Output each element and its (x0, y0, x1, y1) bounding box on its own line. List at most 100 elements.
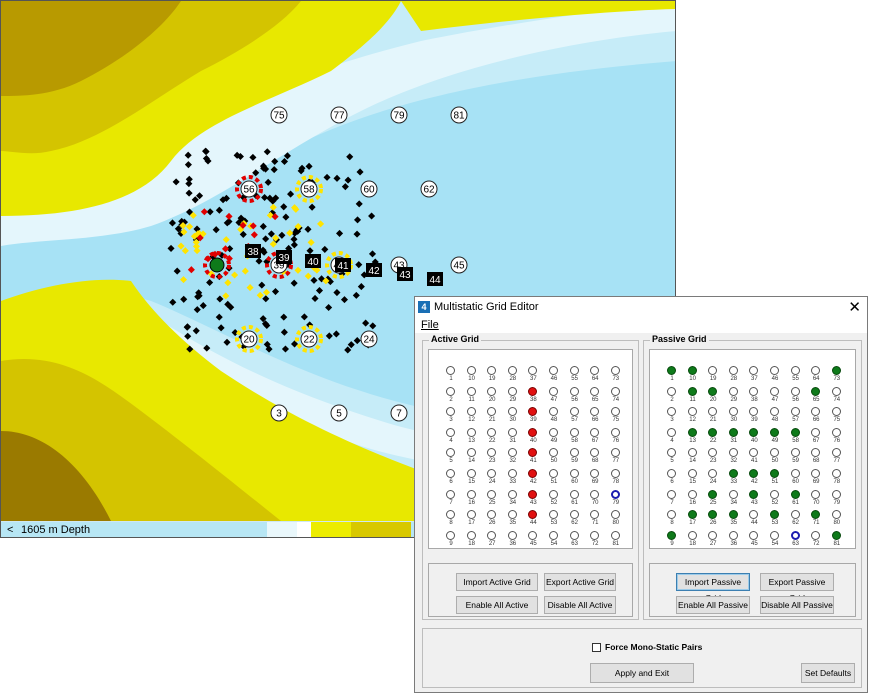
active-node-toggle[interactable] (466, 530, 476, 540)
active-node-19[interactable]: 19 (482, 366, 502, 388)
active-node-52[interactable]: 52 (544, 489, 564, 512)
active-node-47[interactable]: 47 (544, 386, 564, 409)
passive-node-74[interactable]: 74 (827, 386, 847, 409)
active-node-32[interactable]: 32 (503, 448, 523, 470)
active-node-66[interactable]: 66 (585, 407, 605, 429)
passive-node-toggle[interactable] (667, 427, 676, 437)
active-node-73[interactable]: 73 (606, 366, 626, 388)
passive-node-toggle[interactable] (811, 386, 821, 396)
active-node-68[interactable]: 68 (585, 448, 605, 470)
passive-node-toggle[interactable] (708, 427, 718, 437)
passive-node-toggle[interactable] (708, 366, 718, 375)
passive-node-toggle[interactable] (811, 469, 821, 478)
passive-node-toggle[interactable] (687, 469, 697, 478)
passive-node-36[interactable]: 36 (724, 530, 744, 553)
disable-all-active-button[interactable]: Disable All Active (544, 596, 616, 614)
passive-node-toggle[interactable] (811, 366, 821, 375)
passive-node-25[interactable]: 25 (703, 489, 723, 512)
active-node-22[interactable]: 22 (482, 427, 502, 450)
passive-node-21[interactable]: 21 (703, 407, 723, 429)
active-node-toggle[interactable] (549, 448, 558, 458)
passive-node-toggle[interactable] (770, 407, 779, 417)
export-passive-grid-button[interactable]: Export Passive Grid (760, 573, 834, 603)
active-node-toggle[interactable] (487, 530, 497, 540)
active-node-40[interactable]: 40 (523, 427, 543, 450)
active-node-toggle[interactable] (446, 386, 455, 396)
passive-node-toggle[interactable] (708, 448, 718, 458)
passive-node-toggle[interactable] (790, 510, 800, 520)
passive-node-71[interactable]: 71 (806, 510, 826, 532)
passive-node-toggle[interactable] (708, 407, 718, 417)
passive-node-27[interactable]: 27 (703, 530, 723, 553)
passive-node-toggle[interactable] (770, 489, 779, 499)
passive-node-80[interactable]: 80 (827, 510, 847, 532)
passive-node-toggle[interactable] (770, 366, 779, 375)
active-node-11[interactable]: 11 (462, 386, 482, 409)
passive-node-64[interactable]: 64 (806, 366, 826, 388)
force-mono-static-checkbox[interactable] (592, 643, 601, 652)
active-node-toggle[interactable] (487, 469, 497, 478)
active-node-79[interactable]: 79 (606, 489, 626, 512)
active-node-toggle[interactable] (590, 510, 600, 520)
passive-node-41[interactable]: 41 (744, 448, 764, 470)
passive-node-toggle[interactable] (811, 448, 821, 458)
passive-node-43[interactable]: 43 (744, 489, 764, 512)
passive-node-toggle[interactable] (770, 427, 779, 437)
passive-node-toggle[interactable] (749, 469, 759, 478)
passive-node-toggle[interactable] (749, 510, 759, 520)
passive-node-76[interactable]: 76 (827, 427, 847, 450)
active-node-65[interactable]: 65 (585, 386, 605, 409)
passive-node-17[interactable]: 17 (683, 510, 703, 532)
passive-node-toggle[interactable] (667, 448, 676, 458)
passive-node-toggle[interactable] (667, 489, 676, 499)
active-node-toggle[interactable] (590, 386, 600, 396)
import-active-grid-button[interactable]: Import Active Grid (456, 573, 538, 591)
active-node-toggle[interactable] (549, 530, 558, 540)
active-node-toggle[interactable] (446, 366, 455, 375)
active-node-59[interactable]: 59 (565, 448, 585, 470)
passive-node-12[interactable]: 12 (683, 407, 703, 429)
passive-node-62[interactable]: 62 (786, 510, 806, 532)
active-node-toggle[interactable] (466, 366, 476, 375)
active-node-toggle[interactable] (507, 407, 517, 417)
active-node-toggle[interactable] (507, 386, 517, 396)
active-node-80[interactable]: 80 (606, 510, 626, 532)
active-node-42[interactable]: 42 (523, 469, 543, 491)
passive-node-toggle[interactable] (708, 469, 718, 478)
disable-all-passive-button[interactable]: Disable All Passive (760, 596, 834, 614)
active-node-70[interactable]: 70 (585, 489, 605, 512)
enable-all-passive-button[interactable]: Enable All Passive (676, 596, 750, 614)
active-node-toggle[interactable] (569, 386, 579, 396)
passive-node-9[interactable]: 9 (662, 530, 682, 553)
passive-node-toggle[interactable] (790, 366, 800, 375)
active-node-67[interactable]: 67 (585, 427, 605, 450)
menu-file[interactable]: File (421, 319, 439, 331)
passive-node-7[interactable]: 7 (662, 489, 682, 512)
active-node-81[interactable]: 81 (606, 530, 626, 553)
active-node-51[interactable]: 51 (544, 469, 564, 491)
dialog-titlebar[interactable]: 4 Multistatic Grid Editor ✕ (415, 297, 867, 319)
import-passive-grid-button[interactable]: Import Passive Grid (676, 573, 750, 603)
active-node-17[interactable]: 17 (462, 510, 482, 532)
active-node-48[interactable]: 48 (544, 407, 564, 429)
active-node-54[interactable]: 54 (544, 530, 564, 553)
passive-node-35[interactable]: 35 (724, 510, 744, 532)
active-node-55[interactable]: 55 (565, 366, 585, 388)
passive-node-58[interactable]: 58 (786, 427, 806, 450)
active-node-toggle[interactable] (549, 510, 558, 520)
active-node-toggle[interactable] (549, 366, 558, 375)
passive-node-toggle[interactable] (790, 427, 800, 437)
passive-node-toggle[interactable] (811, 510, 821, 520)
passive-node-15[interactable]: 15 (683, 469, 703, 491)
passive-node-37[interactable]: 37 (744, 366, 764, 388)
active-node-toggle[interactable] (507, 427, 517, 437)
active-node-toggle[interactable] (610, 427, 620, 437)
passive-node-73[interactable]: 73 (827, 366, 847, 388)
active-node-toggle[interactable] (569, 427, 579, 437)
passive-node-toggle[interactable] (687, 510, 697, 520)
passive-node-toggle[interactable] (749, 530, 759, 540)
active-node-toggle[interactable] (507, 489, 517, 499)
passive-node-49[interactable]: 49 (765, 427, 785, 450)
passive-node-toggle[interactable] (708, 489, 718, 499)
active-node-toggle[interactable] (610, 469, 620, 478)
